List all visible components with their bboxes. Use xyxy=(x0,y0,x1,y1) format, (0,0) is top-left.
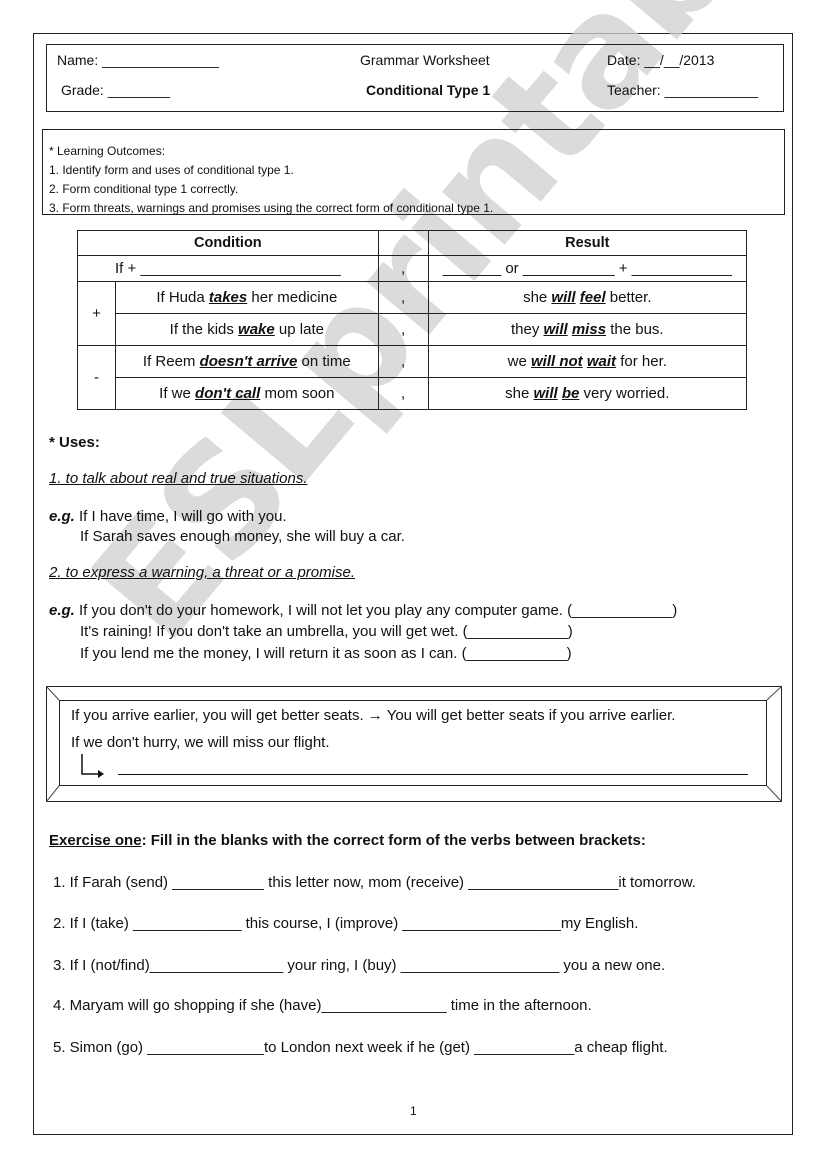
eg-label: e.g. xyxy=(49,602,75,619)
worksheet-header: Name: _______________ Grammar Worksheet … xyxy=(46,44,784,112)
learning-outcome-item: 1. Identify form and uses of conditional… xyxy=(49,163,294,177)
exercise-item: 1. If Farah (send) ___________ this lett… xyxy=(53,874,696,891)
comma-cell: , xyxy=(377,281,429,314)
comma-cell: , xyxy=(377,377,429,410)
verb: wake xyxy=(238,321,275,338)
sign-negative: - xyxy=(77,345,116,410)
verb: doesn't arrive xyxy=(199,353,298,370)
condition-cell: If Huda takes her medicine xyxy=(114,281,379,314)
learning-outcomes-heading: * Learning Outcomes: xyxy=(49,144,166,158)
text: she xyxy=(523,289,552,306)
text: mom soon xyxy=(260,385,335,402)
uses-title: * Uses: xyxy=(49,434,100,451)
grade-field[interactable]: Grade: ________ xyxy=(61,82,170,98)
eg-label: e.g. xyxy=(49,508,75,525)
teacher-field[interactable]: Teacher: ____________ xyxy=(607,82,758,98)
worksheet-title: Grammar Worksheet xyxy=(360,52,490,68)
use-2-example: If you lend me the money, I will return … xyxy=(80,645,572,662)
formula-row: If + ________________________ , _______ … xyxy=(77,255,748,282)
use-2-heading: 2. to express a warning, a threat or a p… xyxy=(49,564,355,581)
header-result: Result xyxy=(427,230,748,256)
table-header-row: Condition Result xyxy=(77,230,748,256)
result-cell: we will not wait for her. xyxy=(427,345,748,378)
table-row: If we don't call mom soon , she will be … xyxy=(78,377,748,410)
text: If Huda xyxy=(156,289,209,306)
result-cell: they will miss the bus. xyxy=(427,313,748,346)
formula-condition: If + ________________________ xyxy=(77,255,379,282)
text: on time xyxy=(297,353,351,370)
exercise-item: 3. If I (not/find)________________ your … xyxy=(53,957,666,974)
verb: be xyxy=(561,385,580,402)
exercise-title: Exercise one: Fill in the blanks with th… xyxy=(49,832,646,849)
text: for her. xyxy=(616,353,667,370)
verb: miss xyxy=(571,321,607,338)
use-2-example: e.g. If you don't do your homework, I wi… xyxy=(49,602,677,619)
verb: will xyxy=(551,289,576,306)
formula-comma: , xyxy=(377,255,429,282)
verb: feel xyxy=(579,289,606,306)
result-cell: she will feel better. xyxy=(427,281,748,314)
date-field[interactable]: Date: __/__/2013 xyxy=(607,52,714,68)
sign-positive: + xyxy=(77,281,116,346)
text: If the kids xyxy=(169,321,239,338)
learning-outcome-item: 2. Form conditional type 1 correctly. xyxy=(49,182,239,196)
verb: wait xyxy=(586,353,617,370)
text: very worried. xyxy=(579,385,670,402)
exercise-instructions: : Fill in the blanks with the correct fo… xyxy=(141,832,646,849)
verb: will xyxy=(543,321,568,338)
worksheet-subtitle: Conditional Type 1 xyxy=(366,82,491,98)
text: her medicine xyxy=(247,289,338,306)
table-row: If the kids wake up late , they will mis… xyxy=(78,313,748,346)
answer-line[interactable] xyxy=(118,774,748,775)
header-comma xyxy=(377,230,429,256)
header-condition: Condition xyxy=(77,230,379,256)
use-2-example: It's raining! If you don't take an umbre… xyxy=(80,623,573,640)
use-1-example: If Sarah saves enough money, she will bu… xyxy=(80,528,405,545)
name-field[interactable]: Name: _______________ xyxy=(57,52,219,68)
exercise-item: 4. Maryam will go shopping if she (have)… xyxy=(53,997,592,1014)
use-1-example: e.g. If I have time, I will go with you. xyxy=(49,508,287,525)
table-row: + If Huda takes her medicine , she will … xyxy=(77,281,748,346)
table-row: - If Reem doesn't arrive on time , we wi… xyxy=(77,345,748,410)
verb: don't call xyxy=(195,385,261,402)
text: they xyxy=(510,321,544,338)
result-cell: she will be very worried. xyxy=(427,377,748,410)
text: up late xyxy=(274,321,324,338)
learning-outcome-item: 3. Form threats, warnings and promises u… xyxy=(49,201,494,215)
example-text: If I have time, I will go with you. xyxy=(79,508,287,525)
condition-cell: If the kids wake up late xyxy=(114,313,379,346)
learning-outcomes-box: * Learning Outcomes: 1. Identify form an… xyxy=(42,129,785,215)
comma-cell: , xyxy=(377,345,429,378)
condition-cell: If Reem doesn't arrive on time xyxy=(114,345,379,378)
verb: will not xyxy=(531,353,583,370)
text: we xyxy=(507,353,532,370)
exercise-title-label: Exercise one xyxy=(49,832,142,849)
example-text: If you don't do your homework, I will no… xyxy=(79,602,678,619)
use-1-heading: 1. to talk about real and true situation… xyxy=(49,470,308,487)
swap-example-line2: If we don't hurry, we will miss our flig… xyxy=(71,734,330,751)
exercise-item: 5. Simon (go) ______________to London ne… xyxy=(53,1039,668,1056)
verb: takes xyxy=(208,289,248,306)
page-number: 1 xyxy=(410,1104,417,1118)
condition-cell: If we don't call mom soon xyxy=(114,377,379,410)
verb: will xyxy=(533,385,558,402)
comma-cell: , xyxy=(377,313,429,346)
swap-example-line1: If you arrive earlier, you will get bett… xyxy=(71,707,676,724)
text: If we xyxy=(159,385,196,402)
text: If Reem xyxy=(142,353,200,370)
text: better. xyxy=(605,289,652,306)
conditional-form-table: Condition Result If + __________________… xyxy=(77,230,748,410)
exercise-item: 2. If I (take) _____________ this course… xyxy=(53,915,639,932)
text: the bus. xyxy=(606,321,664,338)
text: she xyxy=(505,385,534,402)
formula-result: _______ or ___________ + ____________ xyxy=(427,255,748,282)
bent-arrow-icon xyxy=(81,754,104,778)
